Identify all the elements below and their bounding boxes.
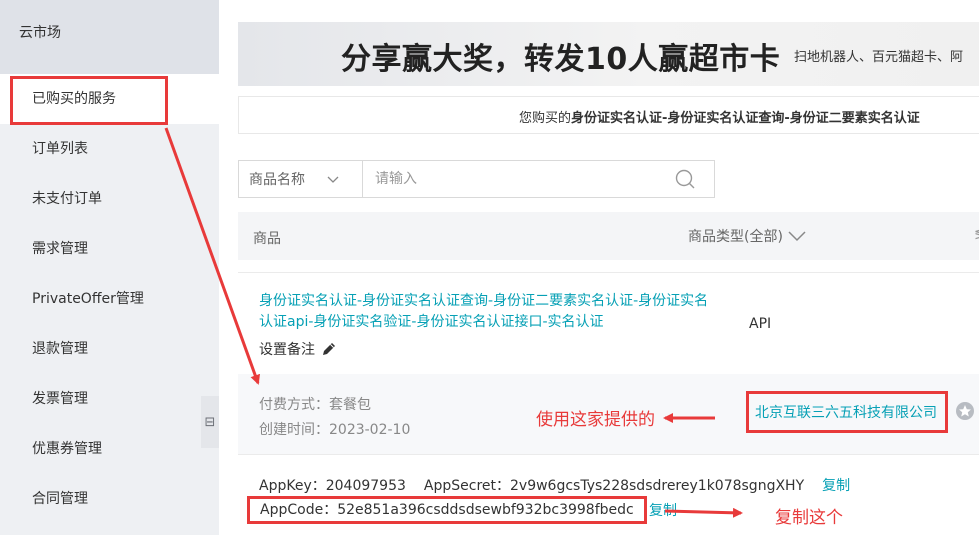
banner-title: 分享赢大奖，转发10人赢超市卡 — [341, 42, 781, 77]
annotation-appcode-box: AppCode：52e851a396csddsdsewbf932bc3998fb… — [247, 496, 647, 524]
search-select-label: 商品名称 — [249, 172, 305, 188]
sidebar-item-coupons[interactable]: 优惠券管理 — [0, 424, 219, 474]
chevron-down-icon — [327, 176, 339, 183]
sidebar-item-invoices[interactable]: 发票管理 — [0, 374, 219, 424]
table-header: 商品 商品类型(全部) ≶ — [238, 212, 979, 260]
pencil-icon — [323, 343, 335, 355]
column-header-type-label: 商品类型(全部) — [688, 229, 783, 245]
banner-subtitle: 扫地机器人、百元猫超卡、阿 — [794, 50, 964, 65]
appsecret-value: AppSecret：2v9w6gcsTys228sdsdrerey1k078sg… — [423, 478, 805, 494]
sidebar: 云市场 已购买的服务 订单列表 未支付订单 需求管理 PrivateOffer管… — [0, 0, 219, 535]
provider-link[interactable]: 北京互联三六五科技有限公司 — [755, 402, 937, 422]
column-header-more: ≶ — [974, 226, 979, 242]
row-credentials: AppKey：204097953 AppSecret：2v9w6gcsTys228… — [238, 454, 979, 535]
copy-appcode-button[interactable]: 复制 — [649, 500, 677, 520]
pay-method: 付费方式：套餐包 — [259, 397, 371, 413]
sidebar-item-private-offer[interactable]: PrivateOffer管理 — [0, 274, 219, 324]
product-name-link[interactable]: 身份证实名认证-身份证实名认证查询-身份证二要素实名认证-身份证实名认证api-… — [259, 291, 719, 333]
sidebar-item-requirements[interactable]: 需求管理 — [0, 224, 219, 274]
annotation-use-provider: 使用这家提供的 — [536, 410, 655, 430]
remark-label: 设置备注 — [259, 342, 315, 358]
sidebar-item-refunds[interactable]: 退款管理 — [0, 324, 219, 374]
star-icon[interactable] — [955, 401, 975, 421]
sidebar-item-contracts[interactable]: 合同管理 — [0, 474, 219, 524]
set-remark-button[interactable]: 设置备注 — [259, 339, 337, 359]
annotation-provider-box: 北京互联三六五科技有限公司 — [746, 391, 948, 433]
column-header-type-filter[interactable]: 商品类型(全部) — [688, 226, 807, 246]
search-icon[interactable] — [666, 161, 704, 197]
appkey-value: AppKey：204097953 — [259, 478, 406, 494]
appcode-value: AppCode：52e851a396csddsdsewbf932bc3998fb… — [260, 502, 634, 518]
copy-appsecret-button[interactable]: 复制 — [822, 478, 850, 494]
sidebar-item-order-list[interactable]: 订单列表 — [0, 124, 219, 174]
table-row: 身份证实名认证-身份证实名认证查询-身份证二要素实名认证-身份证实名认证api-… — [238, 272, 979, 374]
row-detail: 付费方式：套餐包 创建时间：2023-02-10 使用这家提供的 北京互联三六五… — [238, 374, 979, 454]
product-type: API — [749, 316, 772, 332]
annotation-copy-this: 复制这个 — [775, 508, 843, 528]
sidebar-title: 云市场 — [0, 0, 219, 74]
chevron-down-icon — [788, 231, 806, 242]
sidebar-collapse-handle[interactable]: ⊟ — [201, 396, 219, 448]
created-time: 创建时间：2023-02-10 — [259, 422, 411, 438]
sidebar-item-unpaid-orders[interactable]: 未支付订单 — [0, 174, 219, 224]
notice-bar: 您购买的身份证实名认证-身份证实名认证查询-身份证二要素实名认证 — [238, 96, 979, 134]
notice-prefix: 您购买的 — [519, 111, 572, 126]
sidebar-item-purchased-services[interactable]: 已购买的服务 — [0, 74, 219, 124]
search-input[interactable] — [363, 161, 666, 197]
main-content: 分享赢大奖，转发10人赢超市卡 扫地机器人、百元猫超卡、阿 您购买的身份证实名认… — [219, 0, 979, 535]
search-field-select[interactable]: 商品名称 — [239, 161, 363, 197]
collapse-icon: ⊟ — [204, 414, 216, 430]
notice-product: 身份证实名认证-身份证实名认证查询-身份证二要素实名认证 — [571, 111, 920, 126]
promo-banner[interactable]: 分享赢大奖，转发10人赢超市卡 扫地机器人、百元猫超卡、阿 — [238, 22, 979, 86]
column-header-product: 商品 — [253, 231, 281, 247]
search-bar: 商品名称 — [238, 160, 715, 198]
